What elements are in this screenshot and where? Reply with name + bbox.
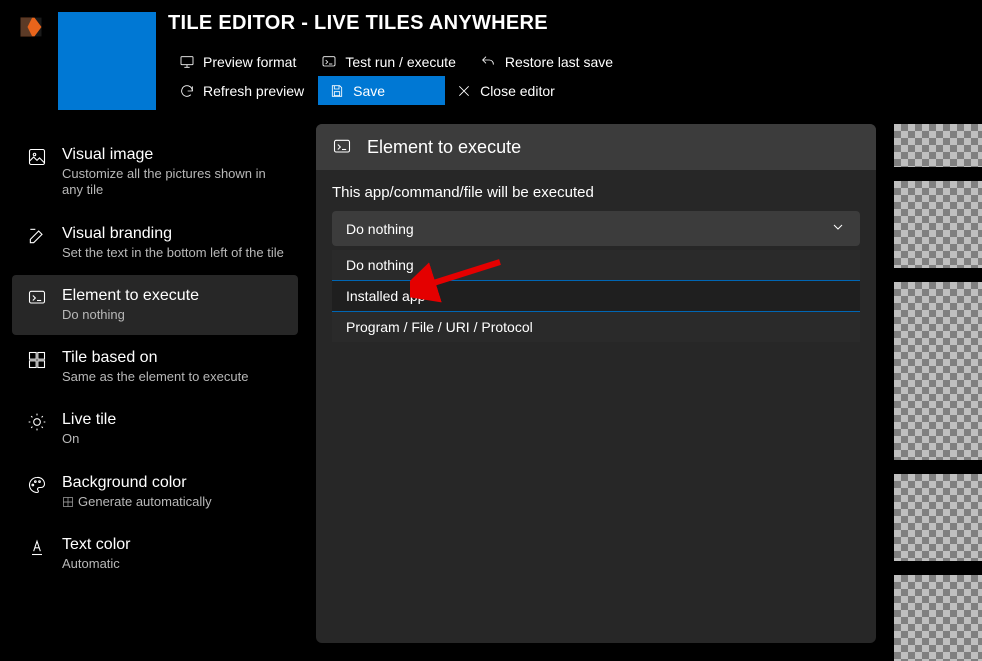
test-run-button[interactable]: Test run / execute: [310, 47, 470, 76]
tile-icon: [26, 349, 48, 371]
sidebar-item-label: Live tile: [62, 411, 284, 429]
execute-icon: [320, 53, 337, 70]
sidebar-item-live-tile[interactable]: Live tile On: [12, 399, 298, 459]
execute-select[interactable]: Do nothing: [332, 211, 860, 246]
dropdown-list: Do nothing Installed app Program / File …: [332, 250, 860, 342]
restore-button[interactable]: Restore last save: [470, 47, 627, 76]
textcolor-icon: [26, 536, 48, 558]
sidebar-item-sub: Same as the element to execute: [62, 369, 284, 385]
panel-header: Element to execute: [316, 124, 876, 170]
execute-icon: [332, 136, 354, 158]
test-run-label: Test run / execute: [345, 54, 456, 70]
tile-preview: [58, 12, 156, 110]
palette-icon: [26, 474, 48, 496]
sun-icon: [26, 411, 48, 433]
dropdown-option-installed-app[interactable]: Installed app: [332, 280, 860, 312]
undo-icon: [480, 53, 497, 70]
close-editor-button[interactable]: Close editor: [445, 76, 569, 105]
sidebar-item-label: Element to execute: [62, 287, 284, 305]
sidebar-item-sub: Automatic: [62, 556, 284, 572]
main-panel: Element to execute This app/command/file…: [316, 124, 876, 643]
save-label: Save: [353, 83, 385, 99]
chevron-down-icon: [830, 219, 846, 238]
monitor-icon: [178, 53, 195, 70]
close-icon: [455, 82, 472, 99]
sidebar-item-tile-based-on[interactable]: Tile based on Same as the element to exe…: [12, 337, 298, 397]
sidebar-item-text-color[interactable]: Text color Automatic: [12, 524, 298, 584]
refresh-preview-button[interactable]: Refresh preview: [168, 76, 318, 105]
sidebar-item-sub: Set the text in the bottom left of the t…: [62, 245, 284, 261]
save-button[interactable]: Save: [318, 76, 445, 105]
edit-icon: [26, 225, 48, 247]
dropdown-option-program-file-uri[interactable]: Program / File / URI / Protocol: [332, 312, 860, 342]
save-icon: [328, 82, 345, 99]
preview-format-label: Preview format: [203, 54, 296, 70]
sidebar-item-visual-branding[interactable]: Visual branding Set the text in the bott…: [12, 213, 298, 273]
select-value: Do nothing: [346, 221, 414, 237]
sidebar-item-label: Tile based on: [62, 349, 284, 367]
image-icon: [26, 146, 48, 168]
panel-title: Element to execute: [367, 137, 521, 158]
tile-size-previews: [894, 124, 982, 661]
sidebar-item-sub: Customize all the pictures shown in any …: [62, 166, 284, 199]
refresh-label: Refresh preview: [203, 83, 304, 99]
tile-size-preview-medium[interactable]: [894, 181, 982, 267]
section-label: This app/command/file will be executed: [332, 184, 860, 201]
dropdown-option-do-nothing[interactable]: Do nothing: [332, 250, 860, 280]
tile-size-preview-wide[interactable]: [894, 282, 982, 461]
restore-label: Restore last save: [505, 54, 613, 70]
tile-size-preview-large[interactable]: [894, 474, 982, 560]
sidebar-item-visual-image[interactable]: Visual image Customize all the pictures …: [12, 134, 298, 211]
sidebar-item-element-to-execute[interactable]: Element to execute Do nothing: [12, 275, 298, 335]
sidebar-item-sub: Generate automatically: [62, 494, 284, 510]
close-label: Close editor: [480, 83, 555, 99]
sidebar-item-sub: Do nothing: [62, 307, 284, 323]
sidebar-item-label: Visual image: [62, 146, 284, 164]
app-icon: [16, 12, 46, 42]
preview-format-button[interactable]: Preview format: [168, 47, 310, 76]
toolbar: Preview format Test run / execute Restor…: [168, 47, 728, 105]
sidebar-item-label: Background color: [62, 474, 284, 492]
execute-icon: [26, 287, 48, 309]
grid-icon: [62, 496, 74, 508]
sidebar-item-sub: On: [62, 431, 284, 447]
tile-size-preview-small[interactable]: [894, 124, 982, 167]
window-title: TILE EDITOR - LIVE TILES ANYWHERE: [168, 12, 982, 35]
sidebar-item-label: Text color: [62, 536, 284, 554]
tile-size-preview-xlarge[interactable]: [894, 575, 982, 661]
sidebar: Visual image Customize all the pictures …: [8, 120, 302, 661]
sidebar-item-label: Visual branding: [62, 225, 284, 243]
refresh-icon: [178, 82, 195, 99]
sidebar-item-background-color[interactable]: Background color Generate automatically: [12, 462, 298, 522]
